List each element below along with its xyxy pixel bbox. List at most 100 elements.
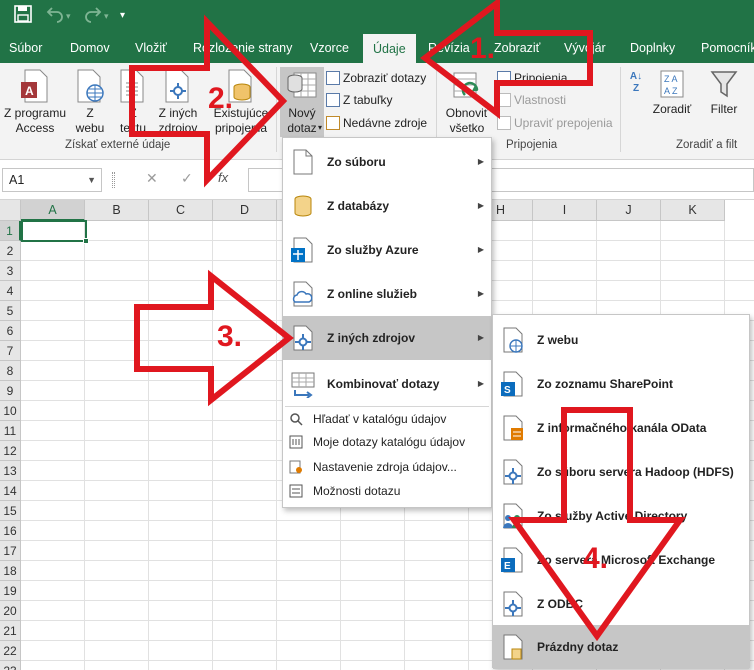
enter-icon[interactable]: ✓	[181, 170, 193, 187]
from-text-button[interactable]: Z textu	[113, 69, 153, 136]
row-header-4[interactable]: 4	[0, 281, 21, 301]
row-header-23[interactable]: 23	[0, 661, 21, 670]
from-other-sources-button[interactable]: Z iných zdrojov	[152, 69, 204, 136]
tab-insert[interactable]: Vložiť	[135, 33, 167, 63]
row-header-22[interactable]: 22	[0, 641, 21, 661]
column-header-i[interactable]: I	[533, 200, 597, 221]
tab-developer[interactable]: Vývojár	[564, 33, 606, 63]
menu-item-query-options[interactable]: Možnosti dotazu	[283, 480, 491, 502]
column-header-j[interactable]: J	[597, 200, 661, 221]
settings-icon	[289, 460, 302, 474]
select-all-corner[interactable]	[0, 200, 21, 221]
tab-view[interactable]: Zobraziť	[494, 33, 540, 63]
row-header-7[interactable]: 7	[0, 341, 21, 361]
refresh-all-button[interactable]: Obnoviť všetko	[440, 69, 494, 136]
row-header-13[interactable]: 13	[0, 461, 21, 481]
customize-icon[interactable]: ▾	[120, 5, 125, 27]
svg-text:A: A	[25, 84, 34, 98]
show-queries-button[interactable]: Zobraziť dotazy	[326, 68, 426, 88]
row-header-8[interactable]: 8	[0, 361, 21, 381]
fill-handle[interactable]	[83, 238, 89, 244]
submenu-item-label: Zo servera Microsoft Exchange	[537, 553, 716, 567]
row-header-9[interactable]: 9	[0, 381, 21, 401]
save-icon[interactable]	[14, 5, 32, 27]
resize-handle[interactable]	[112, 172, 115, 188]
column-header-d[interactable]: D	[213, 200, 277, 221]
submenu-item-label: Z webu	[537, 333, 579, 347]
tab-page-layout[interactable]: Rozloženie strany	[193, 33, 292, 63]
cancel-icon[interactable]: ✕	[146, 170, 158, 187]
gridline-vertical	[212, 221, 213, 670]
submenu-item-from-sharepoint[interactable]: S Zo zoznamu SharePoint	[493, 362, 749, 406]
table-icon	[326, 70, 340, 85]
chevron-down-icon[interactable]: ▼	[87, 169, 96, 191]
submenu-item-from-active-directory[interactable]: Zo služby Active Directory	[493, 494, 749, 538]
row-header-19[interactable]: 19	[0, 581, 21, 601]
edit-links-button[interactable]: Upraviť prepojenia	[497, 113, 613, 133]
step-2-label: 2.	[208, 82, 234, 115]
row-header-18[interactable]: 18	[0, 561, 21, 581]
menu-item-from-other-sources[interactable]: Z iných zdrojov ▶	[283, 316, 491, 360]
recent-sources-button[interactable]: Nedávne zdroje	[326, 113, 427, 133]
tab-home[interactable]: Domov	[70, 33, 110, 63]
submenu-item-from-hadoop[interactable]: Zo súboru servera Hadoop (HDFS)	[493, 450, 749, 494]
svg-text:A Z: A Z	[664, 86, 678, 96]
row-header-6[interactable]: 6	[0, 321, 21, 341]
menu-item-combine-queries[interactable]: Kombinovať dotazy ▶	[283, 362, 491, 406]
row-header-2[interactable]: 2	[0, 241, 21, 261]
column-header-k[interactable]: K	[661, 200, 725, 221]
filter-button[interactable]: Filter	[704, 69, 744, 117]
submenu-item-from-web[interactable]: Z webu	[493, 318, 749, 362]
menu-item-search-data-catalog[interactable]: Hľadať v katalógu údajov	[283, 408, 491, 430]
row-header-11[interactable]: 11	[0, 421, 21, 441]
menu-item-label: Hľadať v katalógu údajov	[313, 412, 447, 426]
menu-item-from-database[interactable]: Z databázy ▶	[283, 184, 491, 228]
row-header-5[interactable]: 5	[0, 301, 21, 321]
tab-formulas[interactable]: Vzorce	[310, 33, 349, 63]
undo-icon[interactable]	[46, 5, 64, 27]
row-header-21[interactable]: 21	[0, 621, 21, 641]
menu-item-from-online-services[interactable]: Z online služieb ▶	[283, 272, 491, 316]
row-header-10[interactable]: 10	[0, 401, 21, 421]
row-header-14[interactable]: 14	[0, 481, 21, 501]
row-header-15[interactable]: 15	[0, 501, 21, 521]
menu-item-from-azure[interactable]: Zo služby Azure ▶	[283, 228, 491, 272]
submenu-item-from-exchange[interactable]: E Zo servera Microsoft Exchange	[493, 538, 749, 582]
sort-label: Zoradiť	[652, 102, 692, 116]
from-access-button[interactable]: A Z programu Access	[2, 69, 68, 136]
new-query-button[interactable]: Nový dotaz ▾	[280, 67, 324, 137]
tab-help[interactable]: Pomocník	[701, 33, 754, 63]
row-header-16[interactable]: 16	[0, 521, 21, 541]
menu-item-from-file[interactable]: Zo súboru ▶	[283, 140, 491, 184]
submenu-item-from-odata[interactable]: Z informačného kanála OData	[493, 406, 749, 450]
sort-button[interactable]: Z A A Z Zoradiť	[650, 69, 694, 117]
menu-item-my-catalog-queries[interactable]: Moje dotazy katalógu údajov	[283, 431, 491, 453]
menu-item-data-source-settings[interactable]: Nastavenie zdroja údajov...	[283, 456, 491, 478]
name-box[interactable]: A1 ▼	[2, 168, 102, 192]
row-header-20[interactable]: 20	[0, 601, 21, 621]
redo-icon[interactable]	[84, 5, 102, 27]
tab-addins[interactable]: Doplnky	[630, 33, 675, 63]
undo-dropdown-icon[interactable]: ▾	[66, 5, 71, 27]
from-web-button[interactable]: Z webu	[70, 69, 110, 136]
column-header-c[interactable]: C	[149, 200, 213, 221]
column-header-b[interactable]: B	[85, 200, 149, 221]
from-table-button[interactable]: Z tabuľky	[326, 90, 393, 110]
tab-file[interactable]: Súbor	[9, 33, 42, 63]
redo-dropdown-icon[interactable]: ▾	[104, 5, 109, 27]
row-header-1[interactable]: 1	[0, 221, 21, 241]
properties-button[interactable]: Vlastnosti	[497, 90, 566, 110]
exchange-icon: E	[501, 547, 523, 573]
row-header-12[interactable]: 12	[0, 441, 21, 461]
tab-review[interactable]: Revízia	[428, 33, 470, 63]
connections-button[interactable]: Pripojenia	[497, 68, 567, 88]
sort-az-button[interactable]: A↓ Z	[626, 71, 646, 95]
row-header-17[interactable]: 17	[0, 541, 21, 561]
submenu-item-from-odbc[interactable]: Z ODBC	[493, 582, 749, 626]
tab-data[interactable]: Údaje	[363, 34, 416, 63]
insert-function-icon[interactable]: fx	[218, 170, 228, 185]
column-header-a[interactable]: A	[21, 200, 85, 221]
submenu-item-blank-query[interactable]: Prázdny dotaz	[493, 625, 749, 669]
row-header-3[interactable]: 3	[0, 261, 21, 281]
selected-cell[interactable]	[21, 220, 89, 244]
